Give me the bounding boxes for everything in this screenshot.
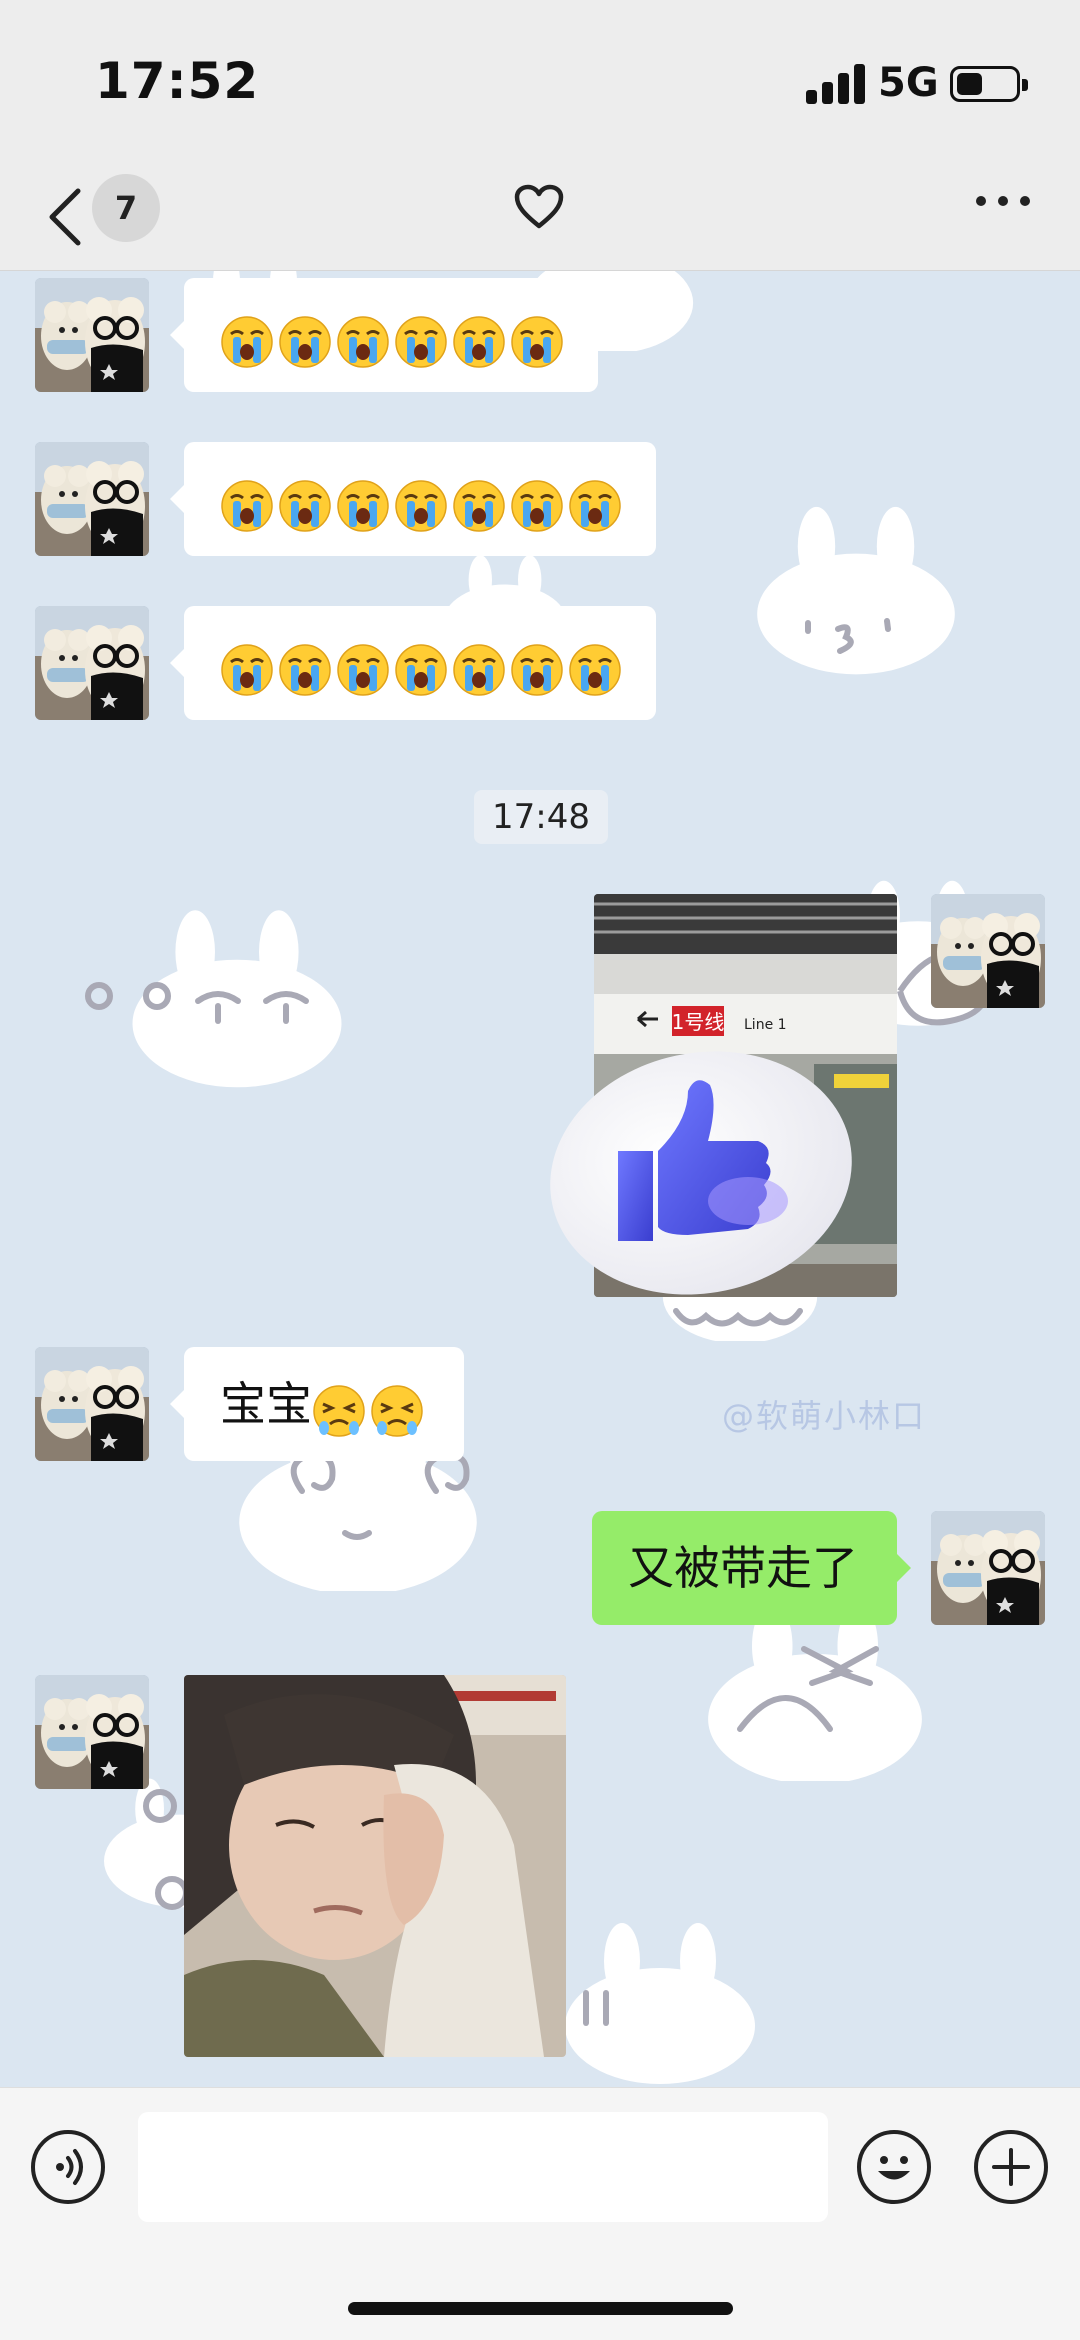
contact-avatar[interactable] xyxy=(35,442,149,556)
plus-icon[interactable] xyxy=(974,2130,1048,2204)
voice-icon[interactable] xyxy=(31,2130,105,2204)
loudly-crying-face-emoji xyxy=(510,315,564,369)
message-bubble[interactable]: 宝宝 xyxy=(170,1347,464,1461)
sent-message-bubble[interactable]: 又被带走了 xyxy=(592,1511,911,1625)
tired-emoji-row xyxy=(312,1351,428,1465)
home-indicator[interactable] xyxy=(348,2302,733,2315)
thumbs-up-sticker[interactable] xyxy=(548,1051,854,1296)
sign-line-text: 1号线 xyxy=(672,1010,725,1034)
sign-line-en: Line 1 xyxy=(744,1017,787,1033)
message-bubble[interactable] xyxy=(170,606,656,720)
message-bubble[interactable] xyxy=(170,278,598,392)
message-timestamp: 17:48 xyxy=(474,790,608,844)
loudly-crying-face-emoji xyxy=(394,315,448,369)
message-input[interactable] xyxy=(138,2112,828,2222)
loudly-crying-face-emoji xyxy=(278,479,332,533)
loudly-crying-face-emoji xyxy=(220,479,274,533)
status-bar: 17:52 5G xyxy=(0,0,1080,165)
unread-count-badge[interactable]: 7 xyxy=(92,174,160,242)
more-options-icon[interactable] xyxy=(976,196,1030,216)
heart-icon[interactable] xyxy=(514,184,564,230)
loudly-crying-face-emoji xyxy=(510,479,564,533)
loudly-crying-face-emoji xyxy=(394,643,448,697)
contact-avatar[interactable] xyxy=(35,278,149,392)
tired-face-emoji xyxy=(312,1384,366,1438)
cellular-signal-icon xyxy=(806,64,868,104)
crying-emoji-row xyxy=(220,446,626,560)
message-bubble[interactable] xyxy=(170,442,656,556)
loudly-crying-face-emoji xyxy=(568,479,622,533)
contact-avatar[interactable] xyxy=(35,606,149,720)
loudly-crying-face-emoji xyxy=(394,479,448,533)
my-avatar[interactable] xyxy=(931,894,1045,1008)
crying-child-photo[interactable] xyxy=(184,1675,566,2057)
background-watermark: @软萌小林口 xyxy=(722,1397,927,1435)
network-type: 5G xyxy=(878,60,939,106)
message-text: 又被带走了 xyxy=(628,1541,858,1595)
loudly-crying-face-emoji xyxy=(336,643,390,697)
smiley-icon[interactable] xyxy=(857,2130,931,2204)
contact-avatar[interactable] xyxy=(35,1675,149,1789)
contact-avatar[interactable] xyxy=(35,1347,149,1461)
chat-area[interactable]: @软萌小林口 17:48 1号线 Line 1 宝宝 又被带走了 xyxy=(0,271,1080,2087)
loudly-crying-face-emoji xyxy=(452,643,506,697)
message-text: 宝宝 xyxy=(220,1377,312,1431)
loudly-crying-face-emoji xyxy=(278,643,332,697)
loudly-crying-face-emoji xyxy=(452,479,506,533)
loudly-crying-face-emoji xyxy=(220,315,274,369)
loudly-crying-face-emoji xyxy=(278,315,332,369)
chevron-left-icon[interactable] xyxy=(42,185,90,249)
loudly-crying-face-emoji xyxy=(220,643,274,697)
loudly-crying-face-emoji xyxy=(452,315,506,369)
crying-emoji-row xyxy=(220,610,626,724)
loudly-crying-face-emoji xyxy=(568,643,622,697)
status-time: 17:52 xyxy=(95,52,260,110)
loudly-crying-face-emoji xyxy=(510,643,564,697)
crying-emoji-row xyxy=(220,282,568,396)
loudly-crying-face-emoji xyxy=(336,315,390,369)
tired-face-emoji xyxy=(370,1384,424,1438)
my-avatar[interactable] xyxy=(931,1511,1045,1625)
loudly-crying-face-emoji xyxy=(336,479,390,533)
battery-icon xyxy=(950,66,1028,102)
